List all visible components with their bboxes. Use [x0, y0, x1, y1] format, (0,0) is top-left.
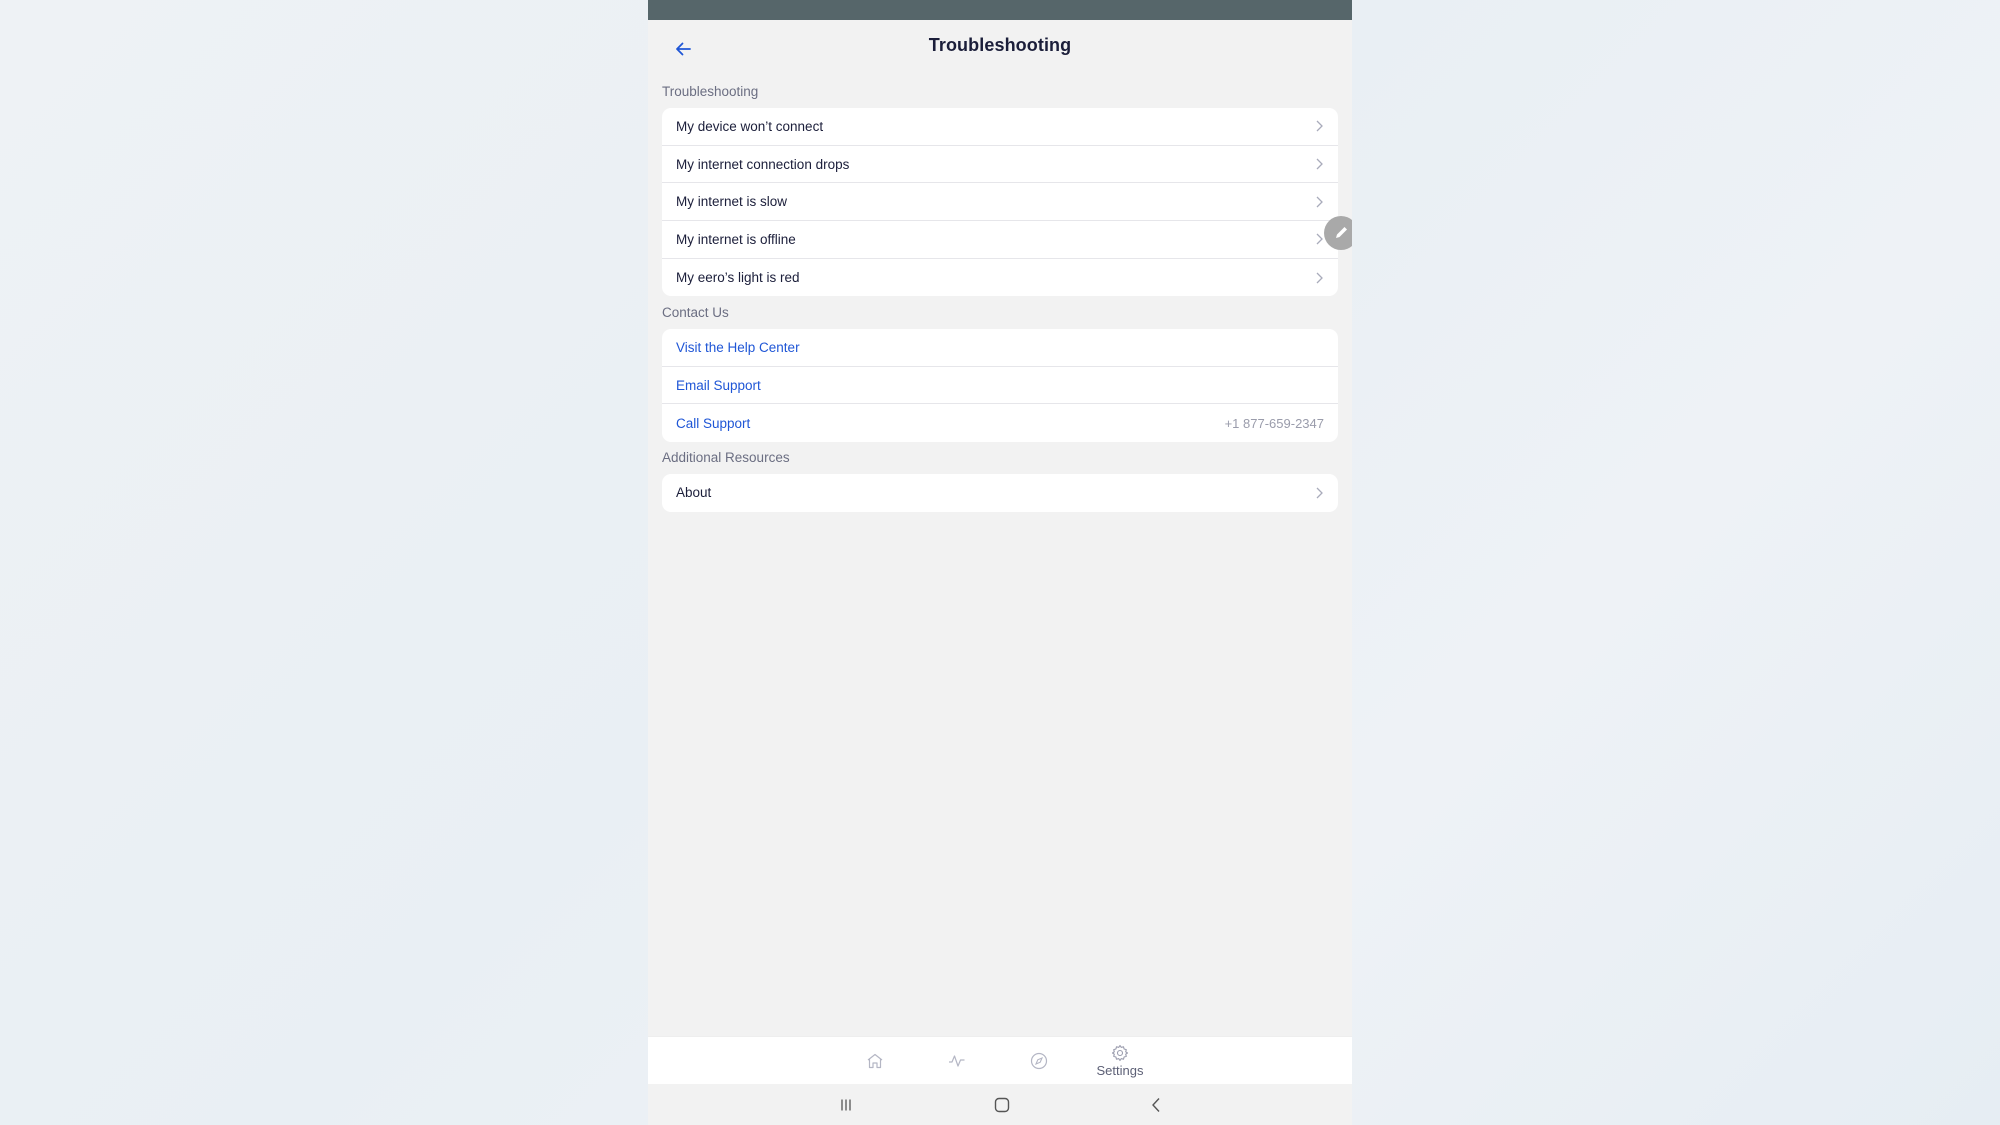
- list-item-label: Visit the Help Center: [676, 339, 800, 355]
- list-item-label: Call Support: [676, 415, 751, 431]
- recents-button[interactable]: [834, 1094, 858, 1116]
- list-item-label: My internet is slow: [676, 194, 788, 210]
- gear-icon: [1111, 1044, 1129, 1062]
- list-item-internet-slow[interactable]: My internet is slow: [662, 183, 1338, 222]
- list-item-connection-drops[interactable]: My internet connection drops: [662, 146, 1338, 184]
- list-item-light-red[interactable]: My eero’s light is red: [662, 259, 1338, 297]
- resources-card: About: [662, 474, 1338, 512]
- floating-edit-button[interactable]: [1324, 216, 1352, 250]
- section-label-troubleshooting: Troubleshooting: [662, 84, 759, 99]
- chevron-right-icon: [1316, 196, 1323, 208]
- chevron-right-icon: [1316, 272, 1323, 284]
- pencil-icon: [1336, 227, 1347, 238]
- list-item-device-wont-connect[interactable]: My device won’t connect: [662, 108, 1338, 146]
- chevron-right-icon: [1316, 233, 1323, 245]
- chevron-right-icon: [1316, 487, 1323, 499]
- activity-icon: [949, 1055, 965, 1067]
- list-item-label: My device won’t connect: [676, 118, 824, 134]
- bottom-nav: Settings: [648, 1036, 1352, 1084]
- troubleshooting-card: My device won’t connect My internet conn…: [662, 108, 1338, 297]
- home-icon: [867, 1053, 883, 1069]
- system-back-button[interactable]: [1144, 1094, 1168, 1116]
- nav-tab-home[interactable]: [860, 1037, 890, 1085]
- help-center-link[interactable]: Visit the Help Center: [662, 329, 1338, 367]
- list-item-label: About: [676, 485, 712, 501]
- status-bar: [648, 0, 1352, 20]
- nav-label-settings: Settings: [1096, 1063, 1144, 1078]
- section-label-additional-resources: Additional Resources: [662, 450, 790, 465]
- list-item-label: My internet is offline: [676, 231, 796, 247]
- back-chevron-icon: [1152, 1098, 1160, 1112]
- section-label-contact-us: Contact Us: [662, 305, 729, 320]
- email-support-link[interactable]: Email Support: [662, 367, 1338, 405]
- compass-icon: [1030, 1052, 1048, 1070]
- recents-icon: [841, 1099, 851, 1111]
- phone-screen: Troubleshooting Troubleshooting My devic…: [648, 0, 1352, 1125]
- nav-tab-activity[interactable]: [942, 1037, 972, 1085]
- nav-tab-discover[interactable]: [1024, 1037, 1054, 1085]
- list-item-label: Email Support: [676, 377, 761, 393]
- system-nav-bar: [648, 1084, 1352, 1125]
- chevron-right-icon: [1316, 120, 1323, 132]
- chevron-right-icon: [1316, 158, 1323, 170]
- page-title: Troubleshooting: [928, 35, 1072, 55]
- list-item-label: My internet connection drops: [676, 156, 850, 172]
- nav-tab-settings[interactable]: Settings: [1090, 1037, 1150, 1085]
- list-item-label: My eero’s light is red: [676, 270, 800, 286]
- home-button-icon: [994, 1097, 1010, 1113]
- contact-card: Visit the Help Center Email Support Call…: [662, 329, 1338, 443]
- system-home-button[interactable]: [990, 1094, 1014, 1116]
- list-item-about[interactable]: About: [662, 474, 1338, 512]
- support-phone-number: +1 877-659-2347: [1224, 415, 1324, 431]
- list-item-internet-offline[interactable]: My internet is offline: [662, 221, 1338, 259]
- header: Troubleshooting: [648, 20, 1352, 76]
- call-support-link[interactable]: Call Support +1 877-659-2347: [662, 404, 1338, 442]
